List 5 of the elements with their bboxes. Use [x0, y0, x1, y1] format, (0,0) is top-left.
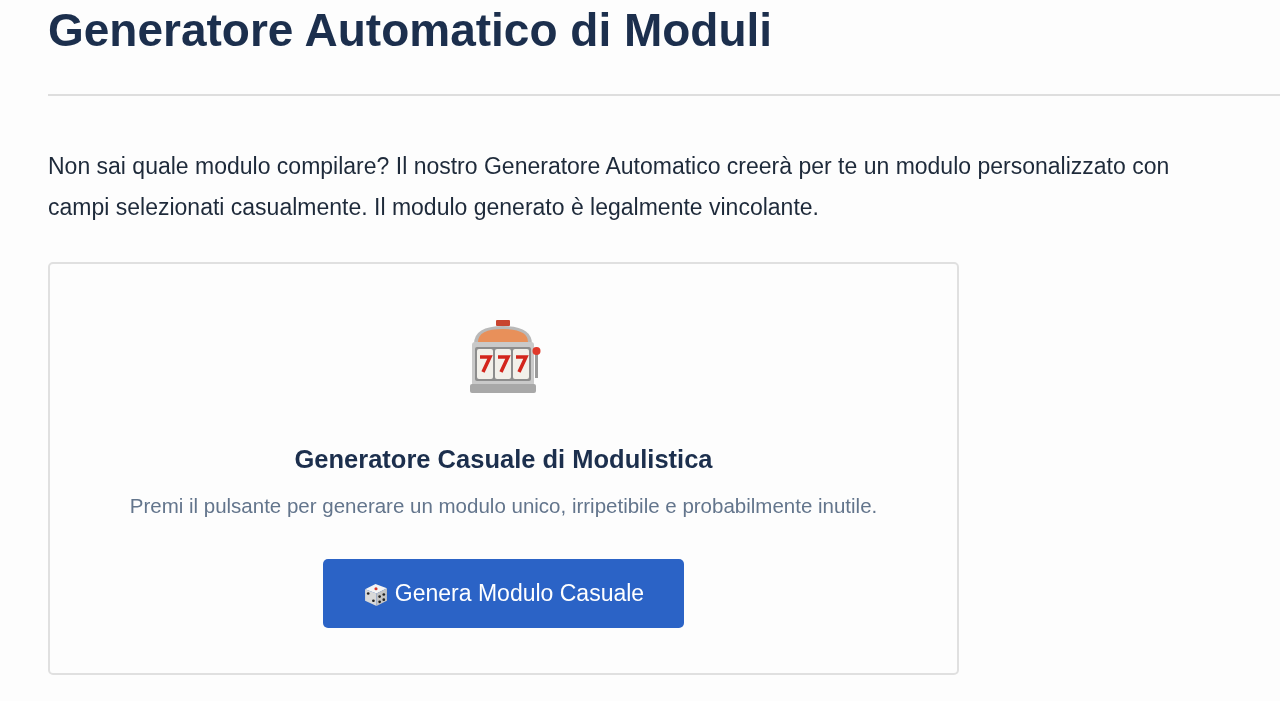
intro-paragraph: Non sai quale modulo compilare? Il nostro Generatore Automatico creerà per te un modulo personalizzato con campi selezionati casualmente. Il modulo generato è legalmente vincolante. [48, 152, 1171, 222]
page-title: Generatore Automatico di Moduli [48, 3, 773, 58]
generate-button[interactable]: Genera Modulo Casuale [323, 559, 684, 628]
card-description: Premi il pulsante per generare un modulo unico, irripetibile e probabilmente inutile. [129, 493, 878, 519]
card-title: Generatore Casuale di Modulistica [294, 444, 713, 474]
